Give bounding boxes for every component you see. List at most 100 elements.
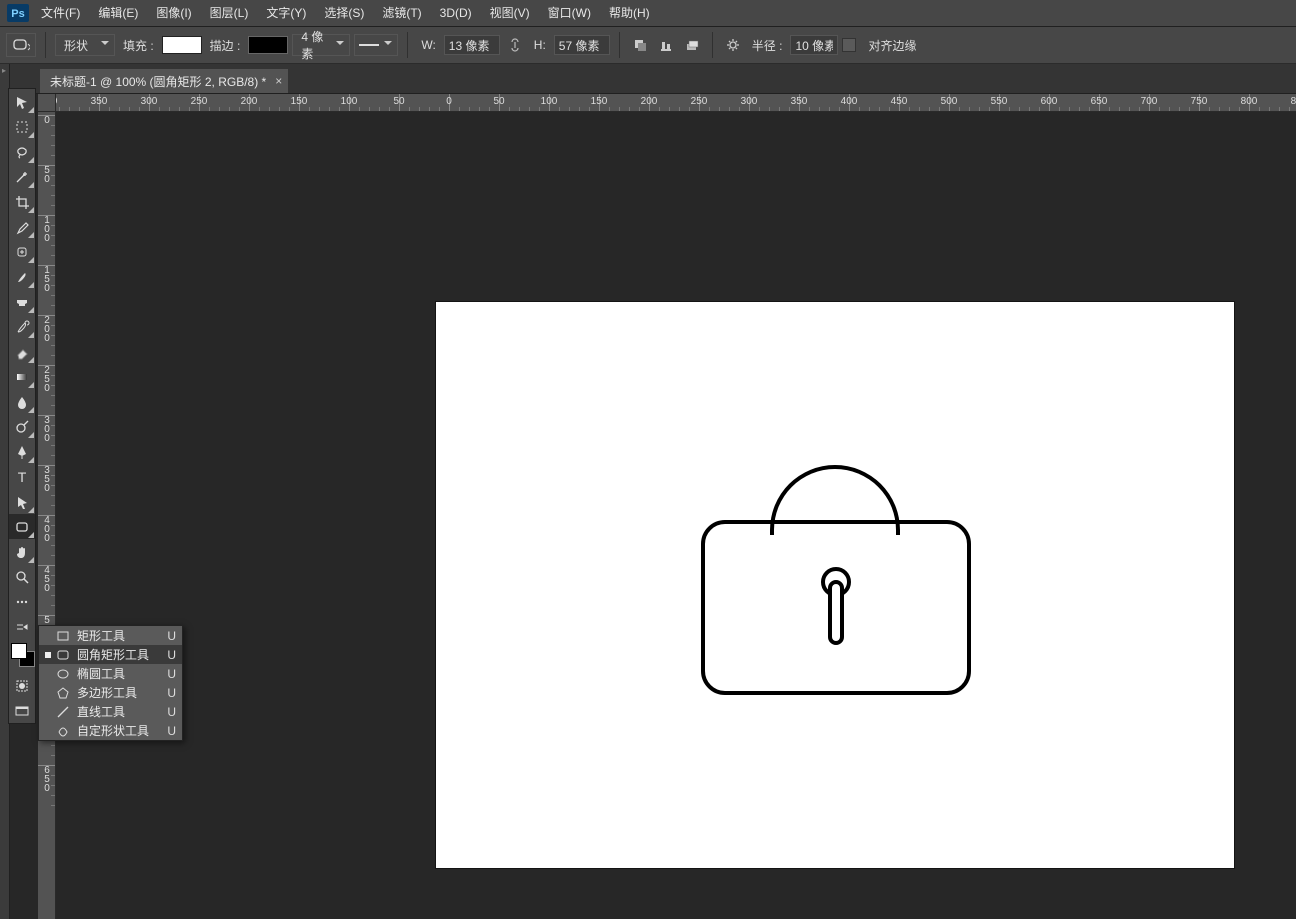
width-input[interactable]: [444, 35, 500, 55]
align-edges-label: 对齐边缘: [868, 37, 916, 54]
flyout-item-label: 多边形工具: [77, 684, 137, 701]
keyhole-slot-shape[interactable]: [828, 580, 844, 645]
blur-tool[interactable]: [9, 389, 35, 414]
stroke-width-value: 4 像素: [301, 28, 331, 62]
ruler-origin[interactable]: [38, 94, 56, 112]
radius-input[interactable]: [790, 35, 838, 55]
tool-mode-dropdown[interactable]: 形状: [55, 34, 115, 56]
healing-brush-tool[interactable]: [9, 239, 35, 264]
dodge-tool[interactable]: [9, 414, 35, 439]
clone-stamp-tool[interactable]: [9, 289, 35, 314]
flyout-item-poly[interactable]: 多边形工具 U: [39, 683, 182, 702]
align-edges-checkbox[interactable]: [842, 38, 856, 52]
tool-palette: T: [8, 88, 36, 724]
link-wh-icon[interactable]: [504, 34, 526, 56]
svg-text:T: T: [18, 469, 27, 485]
shape-tool-flyout: 矩形工具 U 圆角矩形工具 U 椭圆工具 U 多边形工具 U 直线工具 U 自定形状工具 U: [38, 625, 183, 741]
eyedropper-tool[interactable]: [9, 214, 35, 239]
menu-item[interactable]: 3D(D): [431, 0, 481, 27]
flyout-item-label: 直线工具: [77, 703, 125, 720]
options-bar: 形状 填充 : 描边 : 4 像素 W: H: 半径 : 对齐边缘: [0, 27, 1296, 64]
close-tab-icon[interactable]: ×: [275, 74, 282, 88]
shape-tool[interactable]: [9, 514, 35, 539]
stroke-label: 描边 :: [210, 37, 241, 54]
menu-item[interactable]: 视图(V): [481, 0, 539, 27]
app-logo: Ps: [4, 3, 32, 23]
flyout-item-custom[interactable]: 自定形状工具 U: [39, 721, 182, 740]
magic-wand-tool[interactable]: [9, 164, 35, 189]
fill-swatch[interactable]: [162, 36, 202, 54]
fill-label: 填充 :: [123, 37, 154, 54]
menu-item[interactable]: 编辑(E): [89, 0, 147, 27]
flyout-item-shortcut: U: [167, 686, 176, 700]
stroke-swatch[interactable]: [248, 36, 288, 54]
zoom-tool[interactable]: [9, 564, 35, 589]
quick-mask-icon[interactable]: [9, 673, 35, 698]
type-tool[interactable]: T: [9, 464, 35, 489]
document-tab-title: 未标题-1 @ 100% (圆角矩形 2, RGB/8) *: [50, 73, 266, 90]
flyout-item-shortcut: U: [167, 724, 176, 738]
menu-item[interactable]: 图像(I): [147, 0, 200, 27]
stroke-style-dropdown[interactable]: [354, 34, 398, 56]
menu-item[interactable]: 帮助(H): [600, 0, 659, 27]
menu-item[interactable]: 选择(S): [315, 0, 373, 27]
document-tab[interactable]: 未标题-1 @ 100% (圆角矩形 2, RGB/8) * ×: [40, 69, 288, 93]
eraser-tool[interactable]: [9, 339, 35, 364]
gradient-tool[interactable]: [9, 364, 35, 389]
flyout-item-shortcut: U: [167, 648, 176, 662]
tool-preset-icon[interactable]: [6, 33, 36, 57]
lasso-tool[interactable]: [9, 139, 35, 164]
path-ops-icon[interactable]: [629, 34, 651, 56]
stroke-width-dropdown[interactable]: 4 像素: [292, 34, 350, 56]
path-selection-tool[interactable]: [9, 489, 35, 514]
history-brush-tool[interactable]: [9, 314, 35, 339]
separator: [45, 32, 46, 58]
height-input[interactable]: [554, 35, 610, 55]
radius-label: 半径 :: [752, 37, 783, 54]
flyout-item-label: 椭圆工具: [77, 665, 125, 682]
crop-tool[interactable]: [9, 189, 35, 214]
marquee-tool[interactable]: [9, 114, 35, 139]
foreground-color-swatch[interactable]: [11, 643, 27, 659]
screen-mode-icon[interactable]: [9, 698, 35, 723]
flyout-item-shortcut: U: [167, 705, 176, 719]
flyout-item-label: 圆角矩形工具: [77, 646, 149, 663]
height-label: H:: [534, 38, 546, 52]
swap-colors[interactable]: [9, 614, 35, 639]
canvas-viewport[interactable]: [56, 112, 1296, 919]
menu-bar: Ps 文件(F)编辑(E)图像(I)图层(L)文字(Y)选择(S)滤镜(T)3D…: [0, 0, 1296, 27]
ruler-vertical[interactable]: 050100150200250300350400450500550600650: [38, 112, 56, 919]
ruler-horizontal[interactable]: 4003503002502001501005005010015020025030…: [56, 94, 1296, 112]
hand-tool[interactable]: [9, 539, 35, 564]
document-tab-bar: 未标题-1 @ 100% (圆角矩形 2, RGB/8) * ×: [0, 64, 1296, 94]
flyout-item-shortcut: U: [167, 629, 176, 643]
menu-item[interactable]: 文件(F): [32, 0, 89, 27]
document-canvas[interactable]: [436, 302, 1234, 868]
menu-item[interactable]: 图层(L): [201, 0, 258, 27]
color-swatches[interactable]: [9, 641, 35, 673]
flyout-item-shortcut: U: [167, 667, 176, 681]
more-tools[interactable]: [9, 589, 35, 614]
separator: [619, 32, 620, 58]
flyout-item-line[interactable]: 直线工具 U: [39, 702, 182, 721]
path-arrange-icon[interactable]: [681, 34, 703, 56]
flyout-item-rrect[interactable]: 圆角矩形工具 U: [39, 645, 182, 664]
pen-tool[interactable]: [9, 439, 35, 464]
flyout-item-ellipse[interactable]: 椭圆工具 U: [39, 664, 182, 683]
move-tool[interactable]: [9, 89, 35, 114]
flyout-item-label: 矩形工具: [77, 627, 125, 644]
separator: [712, 32, 713, 58]
menu-item[interactable]: 滤镜(T): [373, 0, 430, 27]
flyout-item-rect[interactable]: 矩形工具 U: [39, 626, 182, 645]
menu-item[interactable]: 文字(Y): [257, 0, 315, 27]
separator: [407, 32, 408, 58]
width-label: W:: [421, 38, 435, 52]
flyout-item-label: 自定形状工具: [77, 722, 149, 739]
path-align-icon[interactable]: [655, 34, 677, 56]
work-area: 4003503002502001501005005010015020025030…: [38, 94, 1296, 919]
gear-icon[interactable]: [722, 34, 744, 56]
tool-mode-label: 形状: [64, 37, 88, 54]
menu-item[interactable]: 窗口(W): [539, 0, 600, 27]
svg-text:Ps: Ps: [11, 8, 24, 20]
brush-tool[interactable]: [9, 264, 35, 289]
